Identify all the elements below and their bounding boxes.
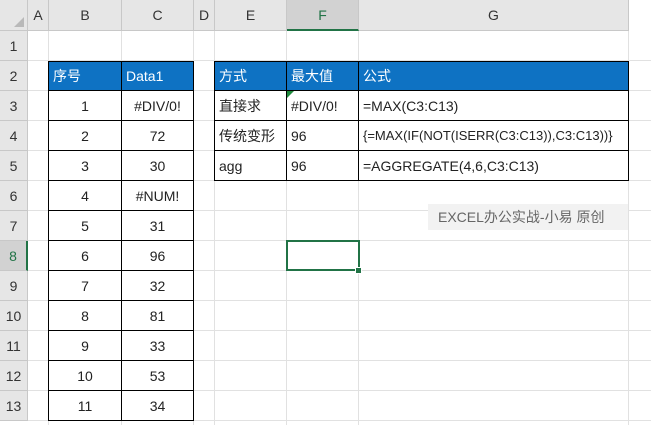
table2-cell[interactable]: =AGGREGATE(4,6,C3:C13) (359, 151, 629, 181)
row-header-1[interactable]: 1 (0, 31, 28, 61)
fill-handle[interactable] (355, 267, 362, 274)
table1-cell[interactable]: 1 (49, 91, 122, 121)
column-header-d[interactable]: D (194, 0, 215, 31)
select-all-triangle-icon (14, 17, 24, 27)
column-header-g[interactable]: G (359, 0, 629, 31)
table1-cell[interactable]: 6 (49, 241, 122, 271)
table1-cell[interactable]: 9 (49, 331, 122, 361)
table1-cell[interactable]: 5 (49, 211, 122, 241)
table1-cell[interactable]: 3 (49, 151, 122, 181)
row-header-5[interactable]: 5 (0, 151, 28, 181)
table2-cell[interactable]: agg (215, 151, 287, 181)
table1-cell[interactable]: 2 (49, 121, 122, 151)
table1-cell[interactable]: 4 (49, 181, 122, 211)
table2-cell[interactable]: =MAX(C3:C13) (359, 91, 629, 121)
row-header-9[interactable]: 9 (0, 271, 28, 301)
row-header-7[interactable]: 7 (0, 211, 28, 241)
row-header-13[interactable]: 13 (0, 391, 28, 421)
table1-cell[interactable]: 53 (122, 361, 194, 391)
table2-cell[interactable]: 96 (287, 121, 359, 151)
table1-cell[interactable]: 7 (49, 271, 122, 301)
table1-cell[interactable]: 34 (122, 391, 194, 421)
table1-cell[interactable]: 32 (122, 271, 194, 301)
table2-header-method[interactable]: 方式 (215, 61, 287, 91)
column-header-a[interactable]: A (28, 0, 49, 31)
table1-cell[interactable]: #DIV/0! (122, 91, 194, 121)
row-header-6[interactable]: 6 (0, 181, 28, 211)
row-header-3[interactable]: 3 (0, 91, 28, 121)
table2-cell[interactable]: 传统变形 (215, 121, 287, 151)
table1-header-data1[interactable]: Data1 (122, 61, 194, 91)
column-header-f[interactable]: F (287, 0, 359, 31)
table1-cell[interactable]: 31 (122, 211, 194, 241)
spreadsheet: A B C D E F G 1 2 3 4 5 6 7 8 9 10 11 12 13 序号 Data1 1 #DIV/0! 2… (0, 0, 651, 425)
table1-cell[interactable]: #NUM! (122, 181, 194, 211)
table1-cell[interactable]: 81 (122, 301, 194, 331)
row-header-2[interactable]: 2 (0, 61, 28, 91)
table1-cell[interactable]: 8 (49, 301, 122, 331)
row-header-12[interactable]: 12 (0, 361, 28, 391)
table2-header-formula[interactable]: 公式 (359, 61, 629, 91)
author-note: EXCEL办公实战-小易 原创 (428, 204, 628, 230)
table1-cell[interactable]: 96 (122, 241, 194, 271)
table1-cell[interactable]: 11 (49, 391, 122, 421)
table1-cell[interactable]: 30 (122, 151, 194, 181)
row-header-4[interactable]: 4 (0, 121, 28, 151)
column-header-e[interactable]: E (215, 0, 287, 31)
table1-cell[interactable]: 33 (122, 331, 194, 361)
table1-header-index[interactable]: 序号 (49, 61, 122, 91)
active-cell-f8[interactable] (286, 240, 360, 271)
row-header-8[interactable]: 8 (0, 241, 28, 271)
row-header-10[interactable]: 10 (0, 301, 28, 331)
table2-cell[interactable]: {=MAX(IF(NOT(ISERR(C3:C13)),C3:C13))} (359, 121, 629, 151)
table2-cell[interactable]: 直接求 (215, 91, 287, 121)
table1-cell[interactable]: 10 (49, 361, 122, 391)
table2-cell[interactable]: 96 (287, 151, 359, 181)
error-indicator-icon (287, 91, 294, 98)
column-header-b[interactable]: B (49, 0, 122, 31)
row-header-11[interactable]: 11 (0, 331, 28, 361)
table2-cell[interactable]: #DIV/0! (287, 91, 359, 121)
column-header-c[interactable]: C (122, 0, 194, 31)
select-all-corner[interactable] (0, 0, 28, 31)
table2-header-max-value[interactable]: 最大值 (287, 61, 359, 91)
table1-cell[interactable]: 72 (122, 121, 194, 151)
